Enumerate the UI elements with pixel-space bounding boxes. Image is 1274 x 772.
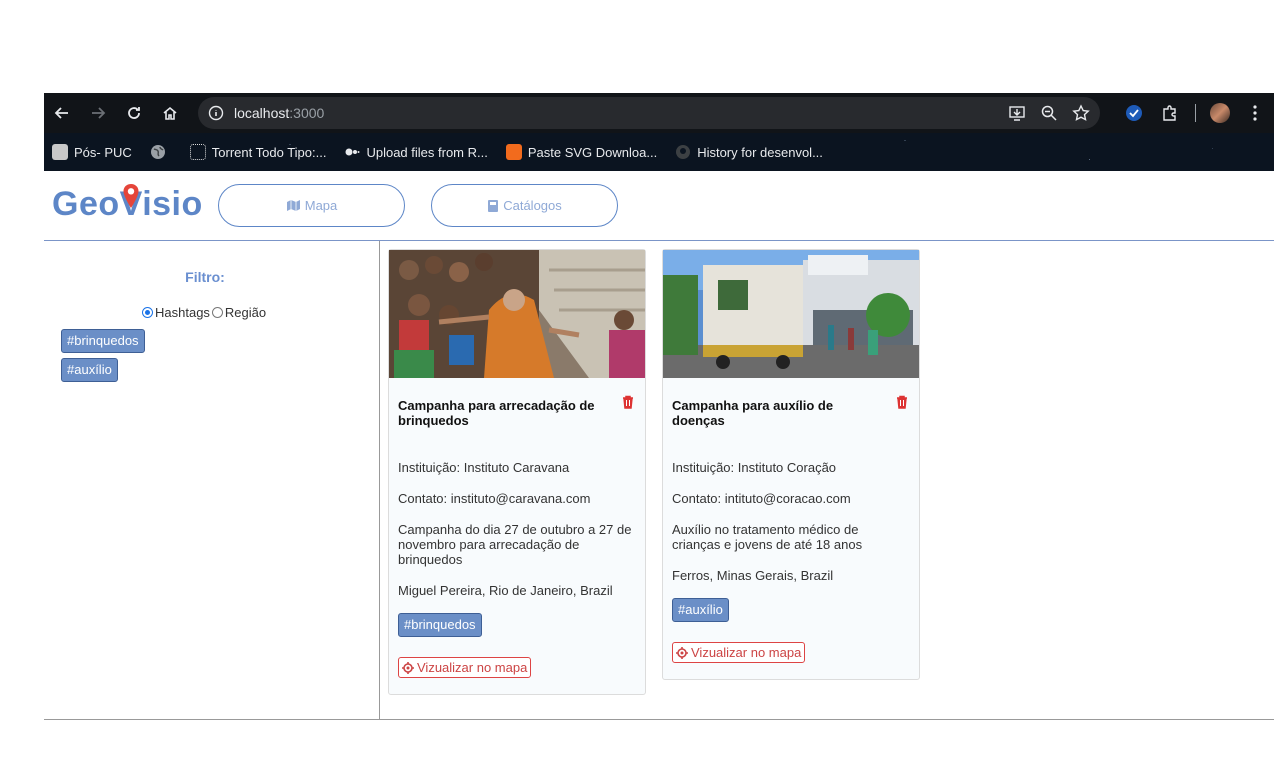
app-page: GeoVisio Mapa Catálogos Filtro: Hashtags… [44, 171, 1274, 772]
extension-check-icon[interactable] [1123, 102, 1145, 124]
bookmark-pos-puc[interactable]: Pós- PUC [52, 144, 132, 160]
trash-icon[interactable] [896, 395, 908, 409]
forward-button[interactable] [82, 97, 114, 129]
filter-type-radios: Hashtags Região [140, 305, 266, 320]
back-button[interactable] [46, 97, 78, 129]
campaign-photo [663, 250, 919, 378]
torrent-icon [189, 144, 206, 160]
nav-mapa-button[interactable]: Mapa [218, 184, 405, 227]
campaign-tag[interactable]: #brinquedos [398, 613, 482, 637]
forward-arrow-icon [92, 107, 106, 119]
filter-tag-brinquedos[interactable]: #brinquedos [61, 329, 145, 353]
view-on-map-button[interactable]: Vizualizar no mapa [398, 657, 532, 678]
trash-icon[interactable] [622, 395, 634, 409]
url-text: localhost:3000 [234, 105, 324, 121]
campaign-location: Miguel Pereira, Rio de Janeiro, Brazil [398, 583, 613, 598]
crosshair-icon [676, 646, 688, 659]
view-on-map-button[interactable]: Vizualizar no mapa [672, 642, 806, 663]
view-on-map-label: Vizualizar no mapa [691, 645, 802, 660]
filter-title: Filtro: [185, 269, 225, 285]
back-arrow-icon [54, 107, 68, 119]
browser-toolbar: localhost:3000 [44, 93, 1274, 133]
reload-icon [128, 107, 140, 119]
address-bar[interactable]: localhost:3000 [198, 97, 1100, 129]
view-on-map-label: Vizualizar no mapa [417, 660, 528, 675]
upload-icon [345, 148, 360, 156]
campaign-location: Ferros, Minas Gerais, Brazil [672, 568, 834, 583]
puc-icon [52, 144, 68, 160]
app-header: GeoVisio Mapa Catálogos [44, 171, 1274, 241]
menu-kebab-icon[interactable] [1244, 102, 1266, 124]
bookmark-label: Upload files from R... [366, 144, 488, 160]
filter-sidebar: Filtro: Hashtags Região #brinquedos #aux… [44, 241, 380, 719]
home-button[interactable] [154, 97, 186, 129]
bookmarks-bar: Pós- PUC Torrent Todo Tipo:... Upload fi… [44, 133, 1274, 171]
globe-icon [150, 145, 165, 159]
bookmark-label: Torrent Todo Tipo:... [211, 144, 327, 160]
campaign-title: Campanha para arrecadação de brinquedos [398, 398, 595, 428]
bookmark-upload[interactable]: Upload files from R... [344, 144, 488, 160]
campaign-title: Campanha para auxílio de doenças [672, 398, 834, 428]
campaign-tag[interactable]: #auxílio [672, 598, 729, 622]
map-icon [286, 200, 300, 211]
extensions-puzzle-icon[interactable] [1159, 102, 1181, 124]
bookmark-torrent[interactable]: Torrent Todo Tipo:... [189, 144, 327, 160]
browser-window: localhost:3000 Pós- PUC Torrent Todo Tip… [44, 93, 1274, 772]
bookmark-svg[interactable]: Paste SVG Downloa... [505, 144, 658, 160]
radio-hashtags-label: Hashtags [155, 305, 210, 320]
nav-catalogos-label: Catálogos [503, 198, 562, 213]
nav-mapa-label: Mapa [304, 198, 338, 213]
campaign-description: Auxílio no tratamento médico de crianças… [672, 522, 863, 552]
bookmark-globe[interactable] [150, 144, 172, 160]
bookmark-label: Paste SVG Downloa... [527, 144, 658, 160]
campaign-contact: Contato: instituto@caravana.com [398, 491, 591, 506]
github-icon [676, 145, 691, 159]
bookmark-github[interactable]: History for desenvol... [675, 144, 823, 160]
campaign-contact: Contato: intituto@coracao.com [672, 491, 851, 506]
campaign-photo [389, 250, 645, 378]
bookmark-label: Pós- PUC [74, 144, 132, 160]
content-divider [44, 719, 1274, 720]
campaign-institution: Instituição: Instituto Coração [672, 460, 837, 475]
map-pin-icon [123, 184, 139, 208]
bookmark-star-icon[interactable] [1070, 102, 1092, 124]
radio-hashtags[interactable] [142, 307, 153, 318]
svg-icon [505, 144, 522, 160]
url-port: :3000 [289, 105, 325, 121]
zoom-icon[interactable] [1038, 102, 1060, 124]
radio-regiao[interactable] [211, 307, 223, 318]
toolbar-right [1123, 93, 1266, 133]
radio-regiao-label: Região [224, 305, 267, 320]
home-icon [163, 106, 177, 120]
install-app-icon[interactable] [1006, 102, 1028, 124]
campaign-card: Campanha para auxílio de doenças Institu… [662, 249, 920, 680]
nav-catalogos-button[interactable]: Catálogos [431, 184, 618, 227]
site-info-icon[interactable] [206, 103, 226, 123]
campaign-description: Campanha do dia 27 de outubro a 27 de no… [398, 522, 632, 567]
url-host: localhost [234, 105, 290, 121]
reload-button[interactable] [118, 97, 150, 129]
profile-avatar[interactable] [1210, 103, 1230, 123]
address-bar-actions [1006, 97, 1092, 129]
crosshair-icon [402, 661, 414, 674]
toolbar-separator [1195, 104, 1196, 122]
bookmark-label: History for desenvol... [697, 144, 823, 160]
book-icon [488, 199, 499, 212]
campaign-card: Campanha para arrecadação de brinquedos … [388, 249, 646, 695]
campaign-institution: Instituição: Instituto Caravana [398, 460, 570, 475]
filter-tag-auxilio[interactable]: #auxílio [61, 358, 118, 382]
